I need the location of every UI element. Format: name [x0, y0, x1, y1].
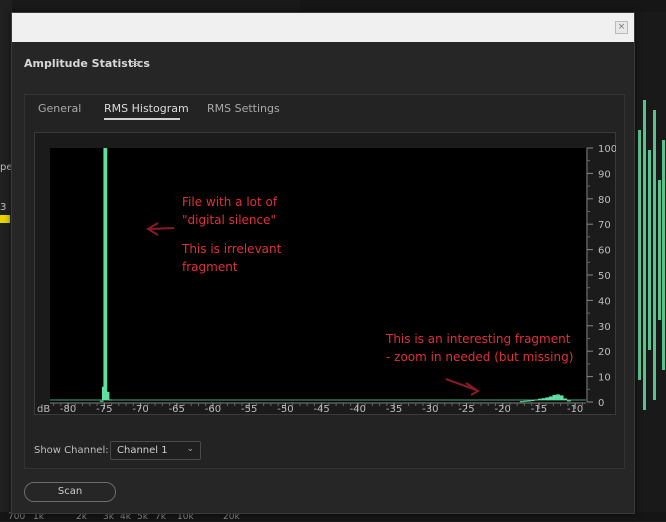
channel-select-value: Channel 1: [117, 445, 168, 456]
tab-rms-settings[interactable]: RMS Settings: [207, 102, 280, 115]
y-tick-label: 30: [598, 322, 611, 333]
y-tick-label: 10: [598, 373, 611, 384]
histogram-bar: [545, 397, 550, 400]
x-tick-label: -10: [567, 404, 583, 415]
histogram-bar: [548, 396, 553, 400]
panel-menu-icon[interactable]: ≡: [131, 57, 140, 70]
background-left-value: 3: [0, 202, 7, 213]
y-tick-label: 60: [598, 246, 611, 257]
histogram-bar: [99, 400, 104, 402]
x-tick-label: -35: [386, 404, 402, 415]
histogram-bar: [566, 400, 571, 402]
x-tick-label: -15: [531, 404, 547, 415]
histogram-bar: [523, 400, 528, 402]
x-tick-label: -65: [169, 404, 185, 415]
rms-histogram-chart: 0 10 20 30 40 50 60 70 80 90 100 dB -80 -75 -70 -65 -60 -…: [37, 144, 616, 415]
close-icon[interactable]: ×: [615, 21, 628, 34]
histogram-bar: [552, 394, 557, 400]
tab-general[interactable]: General: [38, 102, 81, 115]
histogram-bar: [519, 401, 524, 403]
scan-button[interactable]: Scan: [24, 482, 116, 502]
histogram-bar: [530, 399, 535, 401]
amplitude-statistics-dialog: × Amplitude Statistics ≡ General RMS His…: [11, 12, 635, 514]
channel-select[interactable]: Channel 1 ⌄: [110, 441, 201, 460]
histogram-bar: [563, 398, 568, 400]
x-tick-label: -80: [60, 404, 76, 415]
x-tick-label: -40: [350, 404, 366, 415]
histogram-bar: [556, 394, 560, 400]
show-channel-label: Show Channel:: [34, 445, 109, 456]
active-tab-indicator: [104, 118, 180, 120]
x-tick-label: -70: [132, 404, 148, 415]
histogram-bar: [559, 395, 564, 400]
histogram-bar: [534, 399, 539, 401]
histogram-bar: [541, 398, 546, 400]
annotation-text: File with a lot of: [182, 195, 278, 209]
y-tick-label: 80: [598, 195, 611, 206]
y-tick-label: 70: [598, 220, 611, 231]
y-tick-label: 0: [598, 398, 604, 409]
y-tick-label: 20: [598, 347, 611, 358]
histogram-bar: [527, 400, 531, 402]
background-level-marker: [0, 215, 10, 223]
background-waveform-strip: [300, 0, 666, 12]
tab-rms-histogram[interactable]: RMS Histogram: [104, 102, 189, 115]
x-tick-label: -55: [241, 404, 257, 415]
annotation-text: This is an interesting fragment: [385, 332, 571, 346]
y-tick-label: 40: [598, 296, 611, 307]
x-tick-label: -30: [422, 404, 438, 415]
annotation-arrow: [149, 227, 175, 230]
x-tick-label: -60: [205, 404, 221, 415]
annotation-text: "digital silence": [182, 213, 276, 227]
histogram-bar: [105, 391, 110, 400]
histogram-bar: [103, 148, 108, 400]
y-tick-label: 100: [598, 144, 616, 155]
histogram-bar: [538, 398, 542, 400]
x-tick-label: -50: [277, 404, 293, 415]
y-tick-label: 90: [598, 169, 611, 180]
annotation-text: This is irrelevant: [181, 242, 282, 256]
annotation-text: - zoom in needed (but missing): [386, 350, 573, 364]
dialog-titlebar[interactable]: ×: [12, 13, 634, 42]
chevron-down-icon: ⌄: [186, 444, 194, 454]
histogram-bar: [107, 399, 112, 401]
annotation-text: fragment: [182, 260, 238, 274]
y-tick-label: 50: [598, 271, 611, 282]
x-axis-label: dB: [37, 404, 50, 415]
x-tick-label: -20: [495, 404, 511, 415]
background-waveform: [638, 100, 665, 410]
x-tick-label: -75: [96, 404, 112, 415]
x-tick-label: -45: [313, 404, 329, 415]
x-tick-label: -25: [458, 404, 474, 415]
